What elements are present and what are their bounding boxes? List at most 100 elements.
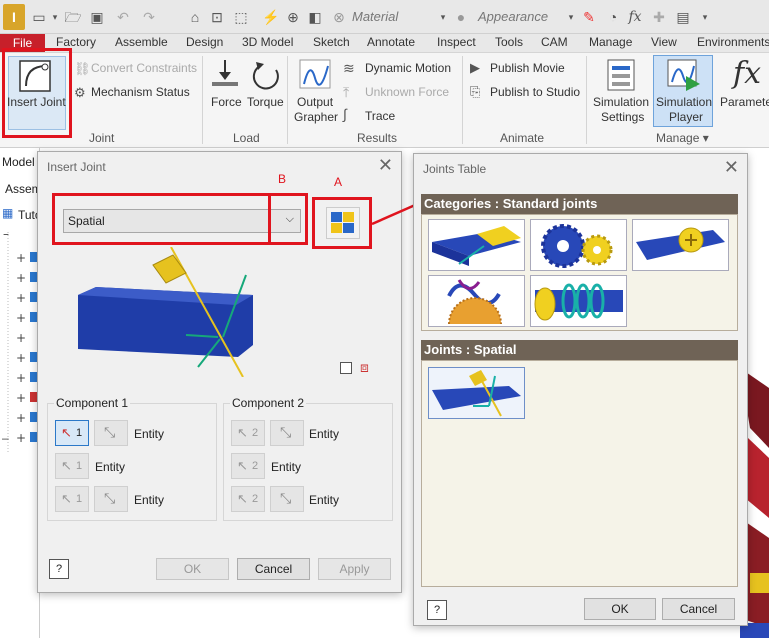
- new-dropdown-icon[interactable]: ▾: [46, 8, 64, 26]
- checkbox[interactable]: [340, 362, 352, 374]
- svg-text:+: +: [16, 391, 26, 405]
- categories-panel: [421, 214, 738, 331]
- component-1-entity-label-2: Entity: [95, 460, 126, 474]
- simulation-settings-label-1[interactable]: Simulation: [593, 95, 649, 109]
- simulation-player-label-1[interactable]: Simulation: [656, 95, 712, 109]
- parameters-fx-icon: fx: [733, 56, 762, 91]
- help-icon[interactable]: ?: [427, 600, 447, 620]
- dynamic-motion-button[interactable]: Dynamic Motion: [365, 61, 451, 75]
- simulation-player-label-2[interactable]: Player: [669, 110, 703, 124]
- tab-factory[interactable]: Factory: [56, 35, 96, 49]
- tab-tools[interactable]: Tools: [495, 35, 523, 49]
- svg-text:+: +: [16, 411, 26, 425]
- output-grapher-label-2[interactable]: Grapher: [294, 110, 338, 124]
- torque-button[interactable]: Torque: [247, 95, 284, 109]
- category-thumb-screw[interactable]: [530, 275, 627, 327]
- app-logo-icon[interactable]: I: [3, 4, 25, 30]
- flip-icon: ⤡: [104, 424, 116, 440]
- categories-header: Categories : Standard joints: [421, 194, 738, 214]
- open-folder-icon[interactable]: 🗁: [64, 8, 82, 26]
- joints-table-ok-button[interactable]: OK: [584, 598, 656, 620]
- component-1-select-button[interactable]: ↖ 1: [55, 420, 89, 446]
- quick-access-toolbar: I ▭ ▾ 🗁 ▣ ↶ ↷ ⌂ ⊡ ⬚ ⚡ ⊕ ◧ ⊗ Material ▾ ●…: [0, 0, 769, 34]
- ok-button[interactable]: OK: [156, 558, 229, 580]
- close-icon[interactable]: ✕: [378, 155, 393, 176]
- tab-design[interactable]: Design: [186, 35, 223, 49]
- material-dropdown[interactable]: Material: [352, 6, 398, 28]
- component-2-select-button-2[interactable]: ↖ 2: [231, 453, 265, 479]
- convert-constraints-button[interactable]: Convert Constraints: [91, 61, 197, 75]
- parameters-button[interactable]: Parameters: [720, 95, 769, 109]
- clear-override-icon[interactable]: ✎: [580, 8, 598, 26]
- simulation-settings-label-2[interactable]: Settings: [601, 110, 644, 124]
- category-thumb-gear[interactable]: [530, 219, 627, 271]
- ribbon-separator: [586, 56, 587, 144]
- joint-thumb-spatial[interactable]: [428, 367, 525, 419]
- mechanism-status-button[interactable]: Mechanism Status: [91, 85, 190, 99]
- tab-view[interactable]: View: [651, 35, 677, 49]
- redo-icon[interactable]: ↷: [140, 8, 158, 26]
- help-icon[interactable]: ?: [49, 559, 69, 579]
- cancel-button[interactable]: Cancel: [237, 558, 310, 580]
- component-2-entity-label-3: Entity: [309, 493, 340, 507]
- home-icon[interactable]: ⌂: [186, 8, 204, 26]
- adjust-icon[interactable]: ◔: [604, 8, 622, 26]
- svg-text:+: +: [16, 331, 26, 345]
- component-2-select-button-3[interactable]: ↖ 2: [231, 486, 265, 512]
- component-2-flip-button-2[interactable]: ⤡: [270, 486, 304, 512]
- insert-joint-highlight: [2, 48, 72, 138]
- component-1-select-button-3[interactable]: ↖ 1: [55, 486, 89, 512]
- select-icon[interactable]: ⬚: [232, 8, 250, 26]
- tab-environments[interactable]: Environments: [697, 35, 769, 49]
- tab-inspect[interactable]: Inspect: [437, 35, 476, 49]
- joints-table-cancel-button[interactable]: Cancel: [662, 598, 735, 620]
- browser-tab-model[interactable]: Model: [2, 155, 35, 169]
- torque-icon: [252, 62, 279, 90]
- component-2-select-button[interactable]: ↖ 2: [231, 420, 265, 446]
- update-icon[interactable]: ⚡: [262, 8, 280, 26]
- close-icon[interactable]: ✕: [724, 157, 739, 178]
- qat-customize-icon[interactable]: ▾: [696, 8, 714, 26]
- joints-table-dialog-title: Joints Table: [423, 162, 487, 176]
- fx-icon[interactable]: fx: [626, 8, 644, 26]
- select-arrow-icon: ↖: [61, 425, 72, 440]
- tab-3d-model[interactable]: 3D Model: [242, 35, 293, 49]
- save-icon[interactable]: ▣: [88, 8, 106, 26]
- undo-icon[interactable]: ↶: [114, 8, 132, 26]
- component-1-flip-button[interactable]: ⤡: [94, 420, 128, 446]
- model-browser: Model Assemb ▦ Tuto – + + + + + + + + + + –: [0, 148, 48, 638]
- publish-to-studio-button[interactable]: Publish to Studio: [490, 85, 580, 99]
- tab-sketch[interactable]: Sketch: [313, 35, 350, 49]
- component-1-select-button-2[interactable]: ↖ 1: [55, 453, 89, 479]
- tab-manage[interactable]: Manage: [589, 35, 632, 49]
- output-grapher-label-1[interactable]: Output: [297, 95, 333, 109]
- unknown-force-button[interactable]: Unknown Force: [365, 85, 449, 99]
- tab-assemble[interactable]: Assemble: [115, 35, 168, 49]
- window-icon[interactable]: ▤: [674, 8, 692, 26]
- ilogic-icon[interactable]: ◧: [306, 8, 324, 26]
- component-1-flip-button-2[interactable]: ⤡: [94, 486, 128, 512]
- group-manage-label[interactable]: Manage ▾: [656, 131, 709, 145]
- material-chevron-down-icon[interactable]: ▾: [434, 8, 452, 26]
- plus-icon[interactable]: ✚: [650, 8, 668, 26]
- tab-annotate[interactable]: Annotate: [367, 35, 415, 49]
- component-2-label: Component 2: [230, 396, 307, 410]
- apply-button[interactable]: Apply: [318, 558, 391, 580]
- pointer-icon[interactable]: ⧈: [360, 359, 369, 376]
- category-thumb-slider[interactable]: [632, 219, 729, 271]
- category-thumb-rotational[interactable]: [428, 219, 525, 271]
- sketch-icon[interactable]: ⊡: [208, 8, 226, 26]
- category-thumb-belt[interactable]: [428, 275, 525, 327]
- publish-movie-button[interactable]: Publish Movie: [490, 61, 565, 75]
- component-2-flip-button[interactable]: ⤡: [270, 420, 304, 446]
- tree-collapse-icon[interactable]: –: [2, 431, 9, 445]
- group-joint-label: Joint: [89, 131, 115, 145]
- measure-icon[interactable]: ⊕: [284, 8, 302, 26]
- force-button[interactable]: Force: [211, 95, 242, 109]
- appearance-dropdown[interactable]: Appearance: [478, 6, 548, 28]
- select-arrow-icon: ↖: [61, 458, 72, 473]
- tab-cam[interactable]: CAM: [541, 35, 568, 49]
- trace-button[interactable]: Trace: [365, 109, 395, 123]
- appearance-chevron-down-icon[interactable]: ▾: [562, 8, 580, 26]
- select-arrow-icon: ↖: [237, 458, 248, 473]
